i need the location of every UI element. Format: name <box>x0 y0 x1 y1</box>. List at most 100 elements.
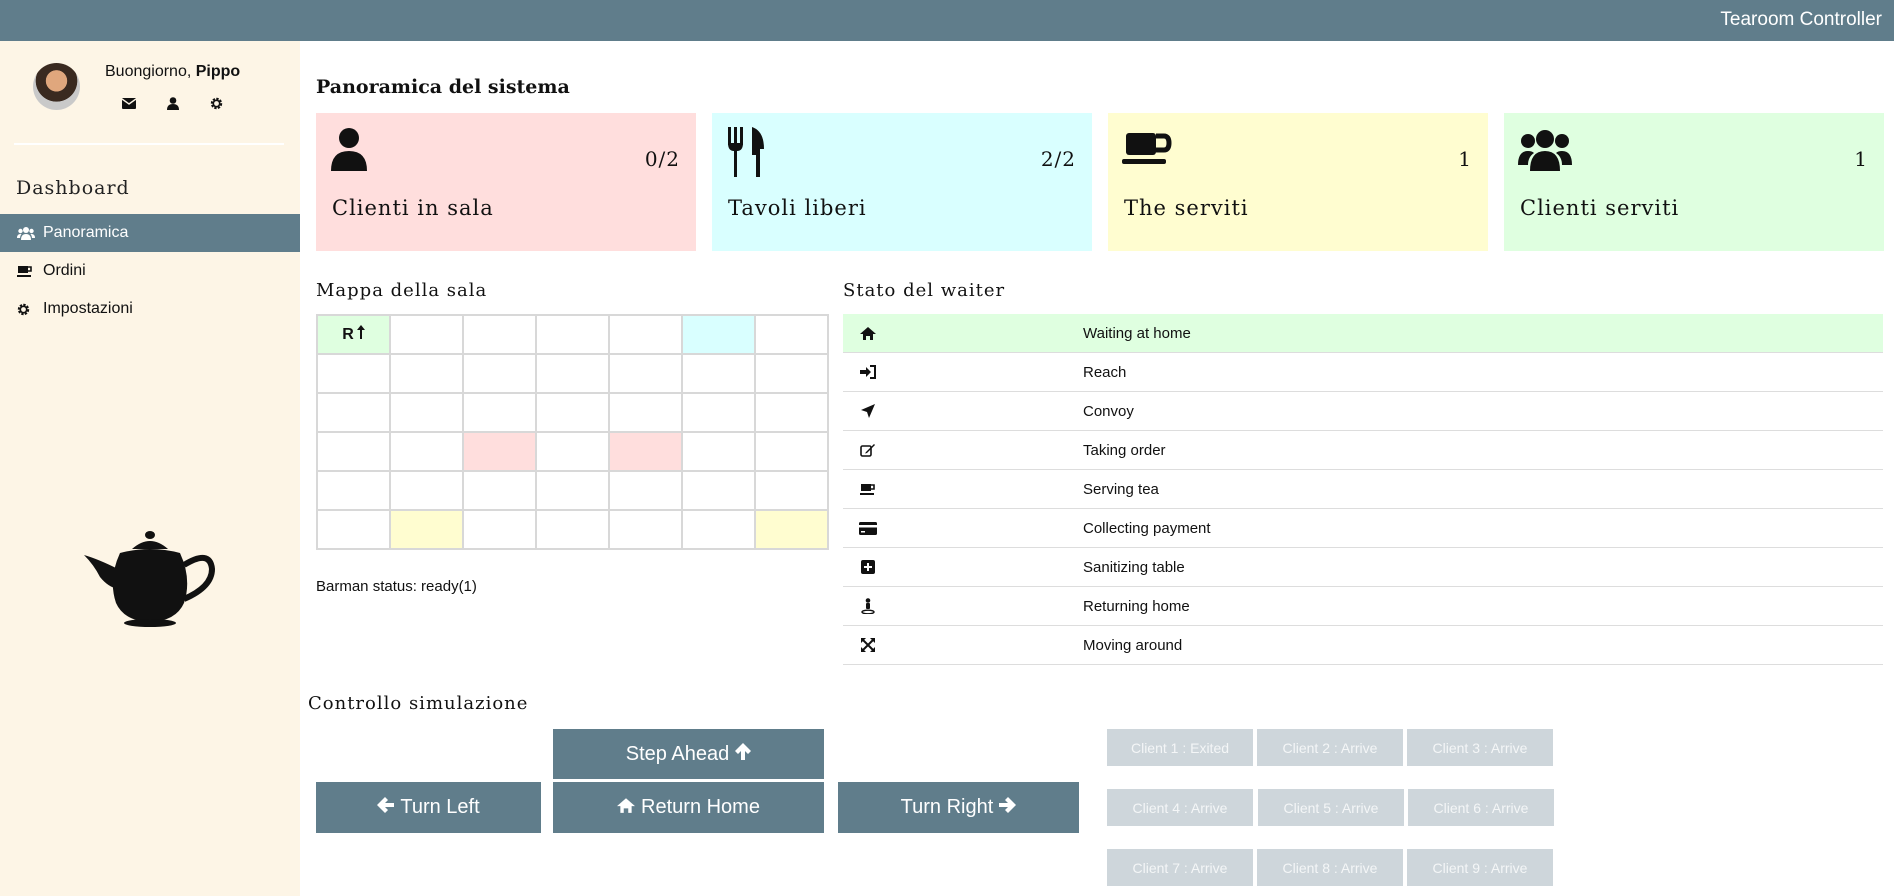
home-icon <box>617 796 636 819</box>
waiter-state-row: Convoy <box>843 392 1883 431</box>
stat-value: 1 <box>1854 147 1868 171</box>
map-cell <box>316 470 391 511</box>
stat-card-clienti-in-sala: 0/2 Clienti in sala <box>316 113 696 251</box>
waiter-state-label: Reach <box>1083 363 1127 381</box>
robot-label: R <box>342 326 354 343</box>
sidebar-section-title: Dashboard <box>16 177 130 199</box>
app-title: Tearoom Controller <box>1720 9 1882 30</box>
envelope-icon[interactable] <box>120 95 137 112</box>
map-cell <box>389 353 464 394</box>
client-3-button[interactable]: Client 3 : Arrive <box>1407 729 1553 766</box>
simulation-title: Controllo simulazione <box>308 693 529 714</box>
map-row <box>316 509 829 550</box>
stat-label: Tavoli liberi <box>728 196 867 220</box>
sidebar-item-ordini[interactable]: Ordini <box>0 252 300 290</box>
arrows-icon <box>859 637 877 653</box>
map-cell <box>608 353 683 394</box>
sidebar-divider <box>14 143 284 145</box>
waiter-state-label: Moving around <box>1083 636 1183 654</box>
map-row: R <box>316 314 829 355</box>
client-5-button[interactable]: Client 5 : Arrive <box>1258 789 1404 826</box>
map-cell <box>462 470 537 511</box>
waiter-state-label: Collecting payment <box>1083 519 1211 537</box>
map-cell <box>681 470 756 511</box>
map-cell <box>681 431 756 472</box>
map-cell <box>608 392 683 433</box>
waiter-state-label: Sanitizing table <box>1083 558 1185 576</box>
map-cell <box>608 470 683 511</box>
waiter-state-label: Taking order <box>1083 441 1166 459</box>
map-cell <box>754 509 829 550</box>
arrow-up-icon <box>735 742 752 766</box>
waiter-state-row: Taking order <box>843 431 1883 470</box>
sign-in-icon <box>859 364 877 380</box>
map-cell <box>389 314 464 355</box>
waiter-state-row: Serving tea <box>843 470 1883 509</box>
coffee-icon <box>859 481 877 497</box>
sidebar-nav: Panoramica Ordini Impostazioni <box>0 214 300 328</box>
map-cell <box>389 509 464 550</box>
map-cell <box>389 431 464 472</box>
client-9-button[interactable]: Client 9 : Arrive <box>1407 849 1553 886</box>
sidebar-item-label: Panoramica <box>43 224 129 241</box>
stat-card-clienti-serviti: 1 Clienti serviti <box>1504 113 1884 251</box>
waiter-state-row: Returning home <box>843 587 1883 626</box>
map-cell <box>462 353 537 394</box>
sidebar-item-impostazioni[interactable]: Impostazioni <box>0 290 300 328</box>
map-cell <box>462 314 537 355</box>
users-icon <box>1518 127 1572 176</box>
gear-icon[interactable] <box>208 95 225 112</box>
waiter-state-label: Convoy <box>1083 402 1134 420</box>
step-ahead-button[interactable]: Step Ahead <box>553 729 824 779</box>
plus-square-icon <box>859 559 877 575</box>
return-home-button[interactable]: Return Home <box>553 782 824 833</box>
client-2-button[interactable]: Client 2 : Arrive <box>1257 729 1403 766</box>
button-label: Return Home <box>641 796 760 818</box>
map-cell-robot: R <box>316 314 391 355</box>
gear-icon <box>17 301 35 317</box>
top-bar: Tearoom Controller <box>0 0 1894 41</box>
stat-card-the-serviti: 1 The serviti <box>1108 113 1488 251</box>
map-cell <box>389 392 464 433</box>
user-actions <box>120 95 225 112</box>
map-cell <box>462 509 537 550</box>
turn-left-button[interactable]: Turn Left <box>316 782 541 833</box>
map-cell <box>608 509 683 550</box>
map-cell <box>389 470 464 511</box>
sidebar-item-panoramica[interactable]: Panoramica <box>0 214 300 252</box>
map-cell <box>754 314 829 355</box>
map-cell <box>754 392 829 433</box>
client-7-button[interactable]: Client 7 : Arrive <box>1107 849 1253 886</box>
client-1-button[interactable]: Client 1 : Exited <box>1107 729 1253 766</box>
turn-right-button[interactable]: Turn Right <box>838 782 1079 833</box>
client-8-button[interactable]: Client 8 : Arrive <box>1257 849 1403 886</box>
arrow-left-icon <box>377 796 395 819</box>
waiter-state-label: Waiting at home <box>1083 324 1191 342</box>
client-4-button[interactable]: Client 4 : Arrive <box>1107 789 1253 826</box>
sidebar-item-label: Impostazioni <box>43 300 133 317</box>
user-icon[interactable] <box>164 95 181 112</box>
avatar[interactable] <box>33 63 80 110</box>
map-row <box>316 470 829 511</box>
waiter-title: Stato del waiter <box>843 280 1006 301</box>
stat-value: 1 <box>1458 147 1472 171</box>
waiter-state-label: Returning home <box>1083 597 1190 615</box>
client-6-button[interactable]: Client 6 : Arrive <box>1408 789 1554 826</box>
map-cell <box>535 353 610 394</box>
map-cell <box>681 314 756 355</box>
map-cell <box>535 392 610 433</box>
map-cell <box>754 431 829 472</box>
map-cell <box>608 431 683 472</box>
map-title: Mappa della sala <box>316 280 488 301</box>
stat-label: Clienti serviti <box>1520 196 1680 220</box>
map-cell <box>754 470 829 511</box>
barman-status: Barman status: ready(1) <box>316 578 477 595</box>
button-label: Turn Left <box>400 796 480 818</box>
waiter-state-row: Reach <box>843 353 1883 392</box>
map-cell <box>681 392 756 433</box>
home-icon <box>859 325 877 341</box>
teapot-logo <box>80 529 220 634</box>
waiter-state-row: Collecting payment <box>843 509 1883 548</box>
map-cell <box>316 392 391 433</box>
robot-direction-icon <box>356 325 365 343</box>
